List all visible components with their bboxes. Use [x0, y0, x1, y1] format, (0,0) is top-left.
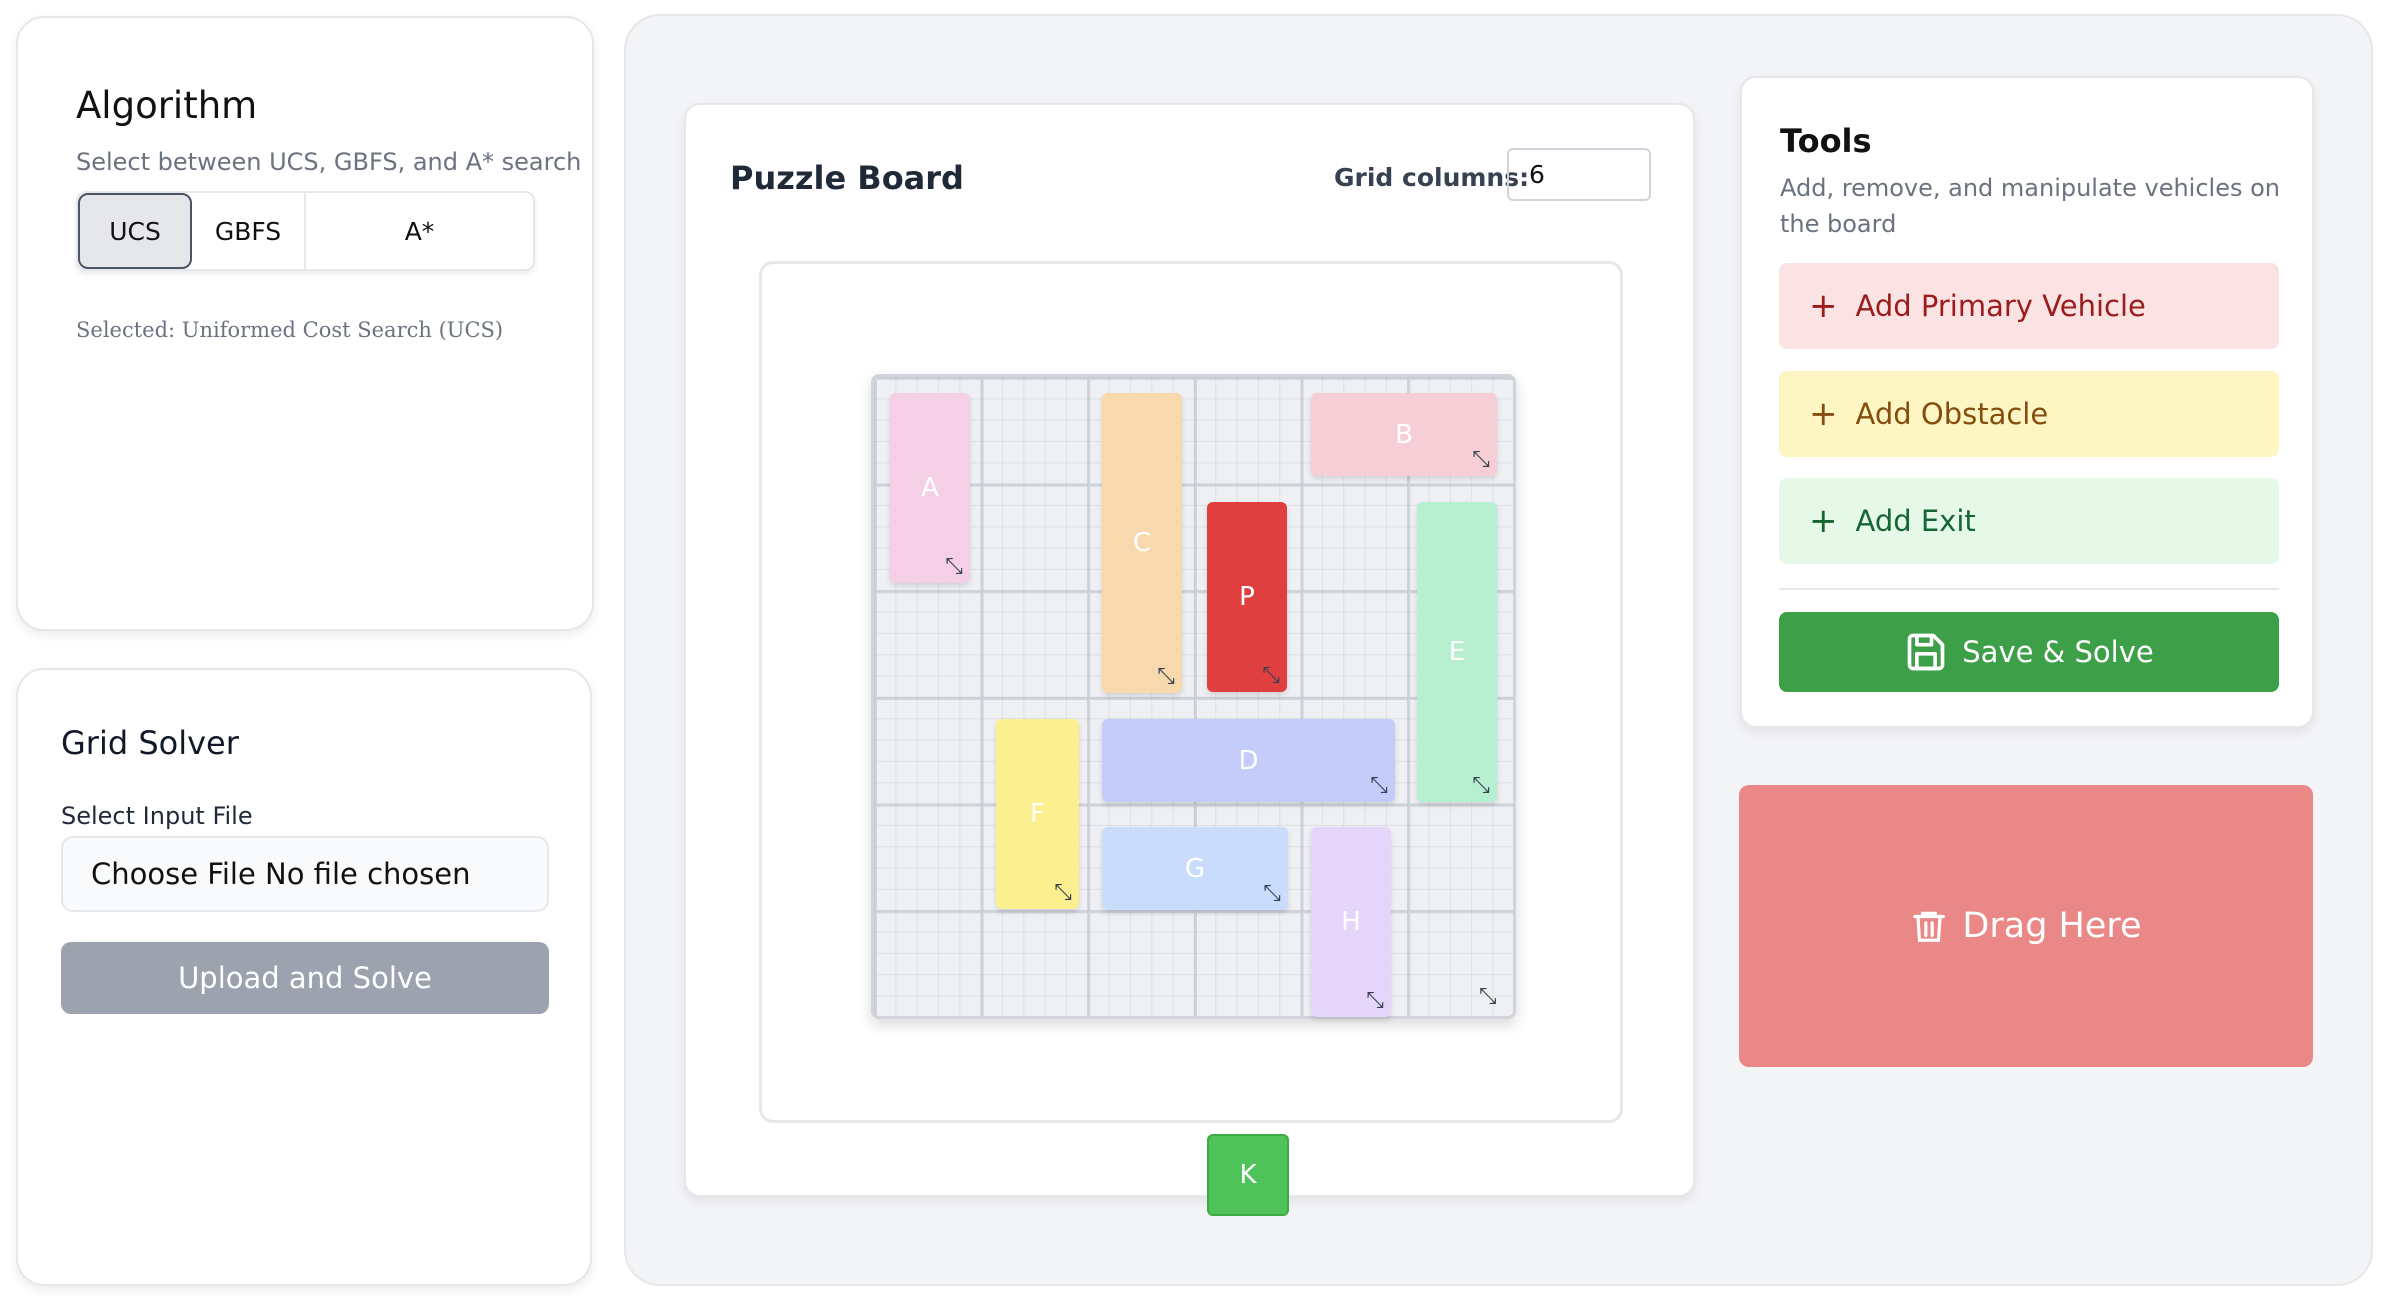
resize-arrow-icon[interactable]: ⤡	[942, 555, 966, 579]
gbfs-button[interactable]: GBFS	[192, 193, 306, 269]
resize-arrow-icon[interactable]: ⤡	[1051, 881, 1075, 905]
plus-icon: +	[1809, 394, 1838, 434]
ucs-button[interactable]: UCS	[78, 193, 192, 269]
resize-arrow-icon[interactable]: ⤡	[1479, 984, 1497, 1009]
upload-solve-button[interactable]: Upload and Solve	[61, 942, 549, 1014]
selected-algorithm-text: Selected: Uniformed Cost Search (UCS)	[76, 318, 504, 342]
puzzle-board-title: Puzzle Board	[730, 159, 964, 197]
grid-columns-label: Grid columns:	[1334, 163, 1530, 192]
vehicle-label: E	[1448, 637, 1466, 667]
vehicle-label: B	[1395, 419, 1413, 450]
resize-arrow-icon[interactable]: ⤡	[1154, 665, 1178, 689]
vehicle-a[interactable]: A ⤡	[890, 393, 970, 583]
add-exit-button[interactable]: + Add Exit	[1779, 478, 2279, 564]
divider	[1779, 588, 2279, 590]
drag-here-label: Drag Here	[1962, 906, 2142, 946]
grid-columns-input[interactable]: 6	[1507, 148, 1651, 201]
trash-icon	[1913, 911, 1946, 942]
resize-arrow-icon[interactable]: ⤡	[1469, 774, 1493, 798]
vehicle-label: D	[1238, 745, 1259, 776]
add-exit-label: Add Exit	[1855, 504, 1976, 538]
astar-button[interactable]: A*	[306, 193, 533, 269]
vehicle-c[interactable]: C ⤡	[1102, 393, 1182, 693]
add-obstacle-label: Add Obstacle	[1855, 397, 2049, 431]
vehicle-f[interactable]: F ⤡	[996, 719, 1079, 909]
vehicle-p[interactable]: P ⤡	[1207, 502, 1287, 692]
plus-icon: +	[1809, 286, 1838, 326]
tools-title: Tools	[1780, 122, 1872, 160]
exit-cell[interactable]: K	[1207, 1134, 1289, 1216]
vehicle-label: C	[1132, 528, 1152, 558]
grid-solver-title: Grid Solver	[61, 724, 239, 762]
board-frame: A ⤡ B ⤡ C ⤡ P ⤡ E ⤡ D ⤡ F ⤡ G ⤡ H ⤡ ⤡ K	[759, 261, 1623, 1216]
algorithm-card: Algorithm Select between UCS, GBFS, and …	[16, 16, 594, 631]
tools-description: Add, remove, and manipulate vehicles on …	[1780, 174, 2280, 238]
save-icon	[1907, 633, 1945, 671]
save-solve-button[interactable]: Save & Solve	[1779, 612, 2279, 692]
tools-card: Tools Add, remove, and manipulate vehicl…	[1740, 76, 2314, 728]
resize-arrow-icon[interactable]: ⤡	[1259, 664, 1283, 688]
add-primary-vehicle-button[interactable]: + Add Primary Vehicle	[1779, 263, 2279, 349]
plus-icon: +	[1809, 501, 1838, 541]
algorithm-selector: UCS GBFS A*	[76, 191, 535, 271]
vehicle-d[interactable]: D ⤡	[1102, 719, 1395, 802]
add-obstacle-button[interactable]: + Add Obstacle	[1779, 371, 2279, 457]
vehicle-label: A	[921, 473, 939, 503]
vehicle-label: G	[1184, 853, 1206, 884]
vehicle-label: F	[1030, 799, 1045, 829]
vehicle-g[interactable]: G ⤡	[1102, 827, 1288, 910]
resize-arrow-icon[interactable]: ⤡	[1469, 448, 1493, 472]
input-file-label: Select Input File	[61, 802, 253, 830]
resize-arrow-icon[interactable]: ⤡	[1363, 989, 1387, 1013]
vehicle-h[interactable]: H ⤡	[1311, 827, 1391, 1017]
grid-solver-card: Grid Solver Select Input File Choose Fil…	[16, 668, 592, 1286]
save-solve-label: Save & Solve	[1962, 635, 2154, 669]
file-input[interactable]: Choose File No file chosen	[61, 836, 549, 912]
algorithm-title: Algorithm	[76, 84, 258, 127]
vehicle-b[interactable]: B ⤡	[1311, 393, 1497, 476]
vehicle-label: H	[1341, 907, 1361, 937]
trash-drop-zone[interactable]: Drag Here	[1739, 785, 2313, 1067]
resize-arrow-icon[interactable]: ⤡	[1260, 882, 1284, 906]
puzzle-grid: A ⤡ B ⤡ C ⤡ P ⤡ E ⤡ D ⤡ F ⤡ G ⤡ H ⤡ ⤡ K	[871, 374, 1516, 1216]
puzzle-board-card: Puzzle Board Grid columns: 6 A ⤡ B ⤡ C ⤡…	[684, 103, 1695, 1216]
add-primary-vehicle-label: Add Primary Vehicle	[1855, 289, 2146, 323]
exit-label: K	[1239, 1160, 1257, 1190]
algorithm-subtitle: Select between UCS, GBFS, and A* search	[76, 148, 582, 176]
resize-arrow-icon[interactable]: ⤡	[1367, 774, 1391, 798]
vehicle-label: P	[1239, 582, 1255, 612]
vehicle-e[interactable]: E ⤡	[1417, 502, 1497, 802]
